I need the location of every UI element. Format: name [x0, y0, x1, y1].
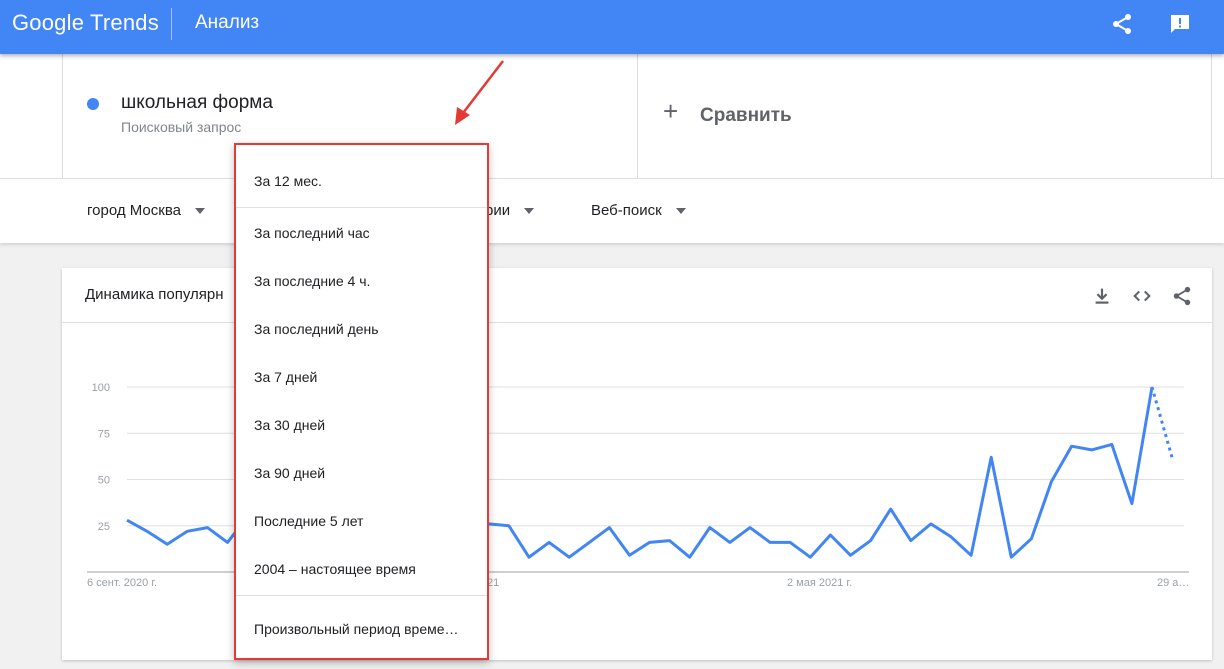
compare-card[interactable]: + Сравнить — [637, 54, 1212, 178]
search-term-type: Поисковый запрос — [121, 119, 242, 135]
y-tick-label: 50 — [98, 475, 110, 487]
term-color-dot — [87, 98, 99, 110]
download-icon[interactable] — [1091, 285, 1113, 307]
x-tick-label: 2 мая 2021 г. — [787, 577, 852, 589]
google-trends-logo[interactable]: Google Trends — [12, 10, 159, 36]
y-tick-label: 75 — [98, 428, 110, 440]
feedback-icon[interactable] — [1168, 12, 1192, 36]
time-range-option[interactable]: Последние 5 лет — [254, 513, 363, 529]
share-icon[interactable] — [1171, 285, 1193, 307]
time-range-option[interactable]: За 90 дней — [254, 465, 325, 481]
plus-icon: + — [663, 96, 679, 126]
region-filter-label: город Москва — [87, 202, 181, 219]
time-range-option[interactable]: За последний день — [254, 321, 379, 337]
time-range-option[interactable]: За последний час — [254, 225, 370, 241]
app-header: Google Trends Анализ — [0, 0, 1224, 54]
header-divider — [171, 8, 172, 40]
search-type-filter-label: Веб-поиск — [591, 202, 662, 219]
x-tick-label: 6 сент. 2020 г. — [87, 577, 157, 589]
search-type-filter[interactable]: Веб-поиск — [591, 202, 686, 219]
caret-down-icon — [194, 208, 205, 215]
compare-button[interactable]: Сравнить — [700, 105, 792, 127]
filter-bar: город Москва рии Веб-поиск — [0, 178, 1224, 243]
search-term-name[interactable]: школьная форма — [121, 92, 273, 114]
caret-down-icon — [675, 208, 686, 215]
search-terms-panel: школьная форма Поисковый запрос + Сравни… — [0, 54, 1224, 178]
custom-range-option[interactable]: Произвольный период време… — [254, 621, 459, 637]
trend-partial-line — [1150, 386, 1174, 458]
time-range-option[interactable]: За 7 дней — [254, 369, 317, 385]
embed-icon[interactable] — [1131, 285, 1153, 307]
dropdown-divider — [236, 595, 487, 596]
time-range-option[interactable]: За последние 4 ч. — [254, 273, 370, 289]
y-tick-label: 25 — [98, 521, 110, 533]
time-range-selected[interactable]: За 12 мес. — [254, 173, 322, 189]
region-filter[interactable]: город Москва — [87, 202, 205, 219]
time-range-option[interactable]: 2004 – настоящее время — [254, 561, 416, 577]
annotation-arrow-icon — [455, 60, 504, 125]
time-range-dropdown: За 12 мес. За последний час За последние… — [234, 143, 489, 660]
y-tick-label: 100 — [92, 382, 110, 394]
page-title: Анализ — [195, 12, 260, 33]
x-tick-label: 29 а… — [1157, 577, 1189, 589]
dropdown-divider — [236, 207, 487, 208]
card-title: Динамика популярн — [85, 286, 224, 303]
caret-down-icon — [524, 208, 535, 215]
share-icon[interactable] — [1110, 12, 1134, 36]
time-range-option[interactable]: За 30 дней — [254, 417, 325, 433]
category-filter[interactable]: рии — [485, 202, 535, 219]
